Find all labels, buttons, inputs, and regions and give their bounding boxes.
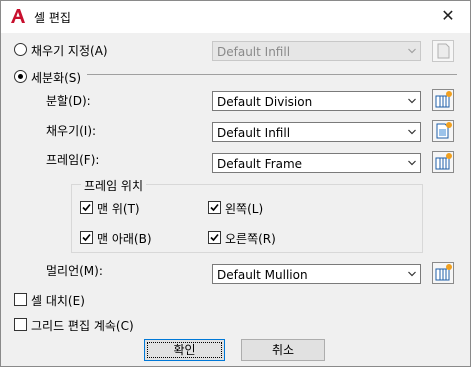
edit-cell-dialog: 셀 편집 ✕ 채우기 지정(A) Default Infill 세분화(S) 분… <box>0 0 471 367</box>
bottom-checkbox-label: 맨 아래(B) <box>97 232 152 246</box>
division-radio-label: 세분화(S) <box>31 71 82 85</box>
right-checkbox[interactable] <box>208 231 221 244</box>
ok-button[interactable]: 확인 <box>144 339 225 361</box>
grid-style-icon <box>435 91 452 108</box>
ok-button-label: 확인 <box>173 343 196 357</box>
division-style-button[interactable] <box>432 89 454 111</box>
fill-select-value: Default Infill <box>217 45 291 59</box>
bottom-checkbox[interactable] <box>80 231 93 244</box>
keep-editing-grid-label: 그리드 편집 계속(C) <box>31 319 134 333</box>
chevron-down-icon <box>408 271 416 277</box>
section-divider <box>87 74 457 75</box>
frame-select-value: Default Frame <box>217 157 303 171</box>
infill-style-icon <box>437 43 450 59</box>
infill-select-value: Default Infill <box>217 126 291 140</box>
checkmark-icon <box>210 203 219 212</box>
fill-style-button[interactable] <box>432 40 454 62</box>
close-button[interactable]: ✕ <box>436 5 460 29</box>
dialog-title: 셀 편집 <box>34 11 71 25</box>
right-checkbox-label: 오른쪽(R) <box>225 232 276 246</box>
chevron-down-icon <box>408 160 416 166</box>
replace-cell-label: 셀 대치(E) <box>31 294 85 308</box>
division-label: 분할(D): <box>46 94 91 108</box>
infill-label: 채우기(I): <box>46 124 97 138</box>
division-select[interactable]: Default Division <box>212 91 421 111</box>
mullion-select[interactable]: Default Mullion <box>212 264 421 284</box>
frame-label: 프레임(F): <box>46 153 100 167</box>
frame-position-title: 프레임 위치 <box>81 177 147 194</box>
checkmark-icon <box>82 233 91 242</box>
frame-style-icon <box>435 153 452 170</box>
mullion-label: 멀리언(M): <box>46 264 103 278</box>
division-radio[interactable] <box>14 70 27 83</box>
mullion-style-icon <box>435 264 452 281</box>
frame-style-button[interactable] <box>432 151 454 173</box>
mullion-style-button[interactable] <box>432 262 454 284</box>
checkmark-icon <box>82 203 91 212</box>
division-select-value: Default Division <box>217 95 313 109</box>
infill-style-button[interactable] <box>432 120 454 142</box>
left-checkbox[interactable] <box>208 201 221 214</box>
chevron-down-icon <box>408 129 416 135</box>
chevron-down-icon <box>408 98 416 104</box>
title-bar: 셀 편집 ✕ <box>1 1 470 33</box>
top-checkbox[interactable] <box>80 201 93 214</box>
fill-radio[interactable] <box>14 43 27 56</box>
checkmark-icon <box>210 233 219 242</box>
left-checkbox-label: 왼쪽(L) <box>225 202 264 216</box>
chevron-down-icon <box>408 48 416 54</box>
keep-editing-grid-checkbox[interactable] <box>14 318 27 331</box>
frame-select[interactable]: Default Frame <box>212 153 421 173</box>
replace-cell-checkbox[interactable] <box>14 293 27 306</box>
top-checkbox-label: 맨 위(T) <box>97 202 140 216</box>
infill-select[interactable]: Default Infill <box>212 122 421 142</box>
autocad-a-icon <box>11 9 25 23</box>
fill-select[interactable]: Default Infill <box>212 41 421 61</box>
mullion-select-value: Default Mullion <box>217 268 308 282</box>
close-icon: ✕ <box>441 6 455 25</box>
infill-style-icon <box>436 122 452 139</box>
cancel-button[interactable]: 취소 <box>241 339 325 361</box>
fill-radio-label: 채우기 지정(A) <box>31 44 108 58</box>
cancel-button-label: 취소 <box>271 343 295 357</box>
